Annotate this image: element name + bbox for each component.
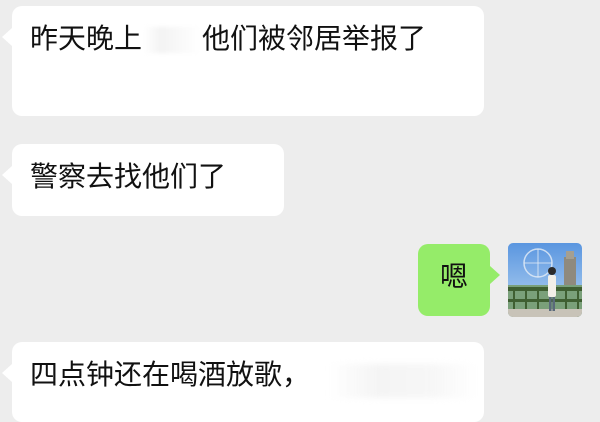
message-text: 四点钟还在喝酒放歌，: [30, 358, 311, 391]
redacted-blur: [328, 364, 478, 398]
user-avatar-icon[interactable]: [508, 243, 582, 317]
chat-message-list: 昨天晚上 他们被邻居举报了 警察去找他们了 嗯 四点钟还在喝酒放歌，: [0, 0, 600, 422]
message-bubble-outgoing[interactable]: 嗯: [418, 244, 500, 316]
message-bubble-incoming[interactable]: 四点钟还在喝酒放歌，: [2, 342, 484, 422]
message-text: 警察去找他们了: [30, 160, 227, 193]
message-bubble-incoming[interactable]: 昨天晚上 他们被邻居举报了: [2, 6, 484, 116]
message-text: 昨天晚上: [30, 22, 143, 55]
avatar-photo: [508, 243, 582, 317]
message-text: 他们被邻居举报了: [202, 22, 427, 55]
redacted-blur: [144, 27, 201, 53]
message-bubble-incoming[interactable]: 警察去找他们了: [2, 144, 284, 216]
message-text: 嗯: [439, 260, 468, 293]
